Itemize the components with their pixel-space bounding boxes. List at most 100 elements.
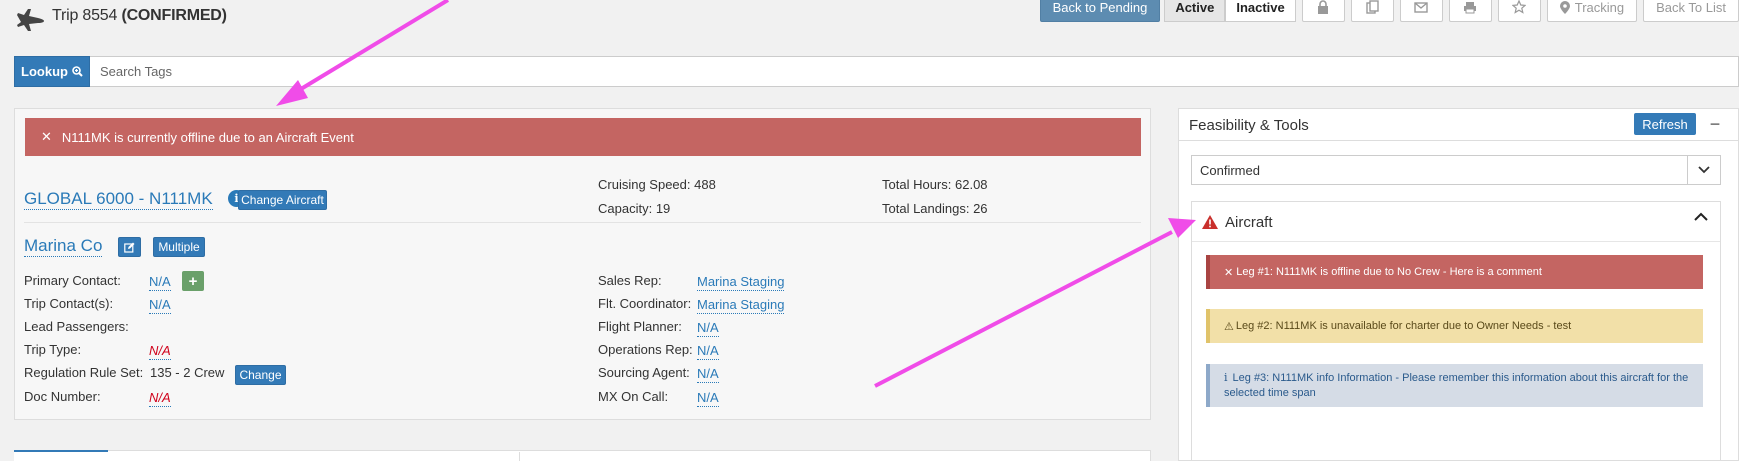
envelope-icon [1414, 1, 1428, 13]
divider [24, 222, 1141, 223]
total-landings-value: 26 [973, 201, 988, 216]
tracking-button[interactable]: Tracking [1546, 0, 1638, 22]
toolbar: Back to Pending Active Inactive Tracking… [1034, 0, 1739, 24]
trip-type-label: Trip Type: [24, 342, 82, 357]
add-contact-button[interactable]: + [182, 271, 204, 291]
search-tags-input[interactable] [90, 56, 1739, 87]
feasibility-title: Feasibility & Tools [1189, 117, 1309, 134]
info-icon: i [1224, 371, 1228, 384]
back-to-list-button[interactable]: Back To List [1643, 0, 1739, 22]
chevron-down-icon [1687, 156, 1720, 184]
regulation-rule-set-value: 135 - 2 Crew [150, 365, 225, 380]
lock-button[interactable] [1301, 0, 1345, 22]
lead-passengers-label: Lead Passengers: [24, 319, 129, 334]
leg-alert-danger: ✕ Leg #1: N111MK is offline due to No Cr… [1206, 255, 1703, 289]
airplane-icon [17, 9, 44, 31]
edit-client-button[interactable] [118, 237, 141, 257]
tag-lookup: Lookup [14, 56, 1739, 87]
alert-text: N111MK is currently offline due to an Ai… [61, 129, 354, 145]
favorite-button[interactable] [1497, 0, 1541, 22]
minimize-icon[interactable]: − [1708, 114, 1722, 134]
star-icon [1512, 0, 1527, 14]
trip-contacts-value[interactable]: N/A [149, 297, 171, 314]
total-landings: Total Landings: 26 [882, 201, 988, 216]
leg-alert-info: i Leg #3: N111MK info Information - Pleas… [1206, 364, 1703, 407]
tab-active[interactable] [14, 450, 108, 461]
lookup-label: Lookup [21, 64, 68, 79]
status-select[interactable]: Confirmed [1191, 155, 1721, 185]
page-title: Trip 8554 (CONFIRMED) [52, 7, 227, 25]
print-button[interactable] [1448, 0, 1492, 22]
trip-contacts-label: Trip Contact(s): [24, 296, 114, 311]
warning-icon: ⚠ [1224, 320, 1234, 333]
refresh-button[interactable]: Refresh [1634, 113, 1696, 135]
aircraft-link[interactable]: GLOBAL 6000 - N111MK [24, 189, 213, 210]
close-icon[interactable]: ✕ [41, 129, 52, 145]
trip-details-panel: ✕ N111MK is currently offline due to an … [14, 108, 1151, 420]
total-hours: Total Hours: 62.08 [882, 177, 988, 192]
chevron-up-icon[interactable] [1694, 212, 1708, 221]
mx-on-call-value[interactable]: N/A [697, 390, 719, 407]
page-header: Trip 8554 (CONFIRMED) Back to Pending Ac… [0, 0, 1739, 40]
leg-1-text: Leg #1: N111MK is offline due to No Crew… [1236, 266, 1542, 278]
regulation-rule-set-label: Regulation Rule Set: [24, 365, 144, 380]
aircraft-section-title: Aircraft [1225, 214, 1273, 231]
flt-coordinator-value[interactable]: Marina Staging [697, 297, 785, 314]
sourcing-agent-value[interactable]: N/A [697, 366, 719, 383]
email-button[interactable] [1399, 0, 1443, 22]
doc-number-value[interactable]: N/A [149, 390, 171, 407]
tab-strip [14, 450, 1151, 461]
lock-icon [1318, 0, 1329, 14]
operations-rep-value[interactable]: N/A [697, 343, 719, 360]
change-aircraft-button[interactable]: Change Aircraft [238, 190, 327, 210]
aircraft-section-header[interactable]: Aircraft [1192, 202, 1720, 242]
tracking-label: Tracking [1574, 0, 1625, 15]
feasibility-panel: Feasibility & Tools Refresh − Confirmed … [1178, 108, 1739, 461]
capacity: Capacity: 19 [598, 201, 670, 216]
cruising-speed-value: 488 [694, 177, 716, 192]
status-select-value: Confirmed [1200, 162, 1260, 178]
back-to-pending-button[interactable]: Back to Pending [1039, 0, 1161, 22]
edit-icon [124, 242, 135, 253]
copy-icon [1366, 0, 1379, 14]
change-rule-set-button[interactable]: Change [235, 365, 286, 385]
leg-alert-warning: ⚠ Leg #2: N111MK is unavailable for char… [1206, 309, 1703, 343]
inactive-button[interactable]: Inactive [1225, 0, 1296, 22]
leg-2-text: Leg #2: N111MK is unavailable for charte… [1235, 320, 1572, 332]
total-hours-value: 62.08 [955, 177, 988, 192]
cruising-speed: Cruising Speed: 488 [598, 177, 716, 192]
mx-on-call-label: MX On Call: [598, 389, 669, 404]
sourcing-agent-label: Sourcing Agent: [598, 365, 690, 380]
multiple-button[interactable]: Multiple [153, 237, 205, 257]
sales-rep-value[interactable]: Marina Staging [697, 274, 785, 291]
primary-contact-value[interactable]: N/A [149, 274, 171, 291]
printer-icon [1464, 1, 1477, 13]
flt-coordinator-label: Flt. Coordinator: [598, 296, 692, 311]
cruising-speed-label: Cruising Speed: [598, 177, 691, 192]
sales-rep-label: Sales Rep: [598, 273, 662, 288]
client-link[interactable]: Marina Co [24, 236, 103, 257]
capacity-value: 19 [655, 201, 671, 216]
aircraft-offline-alert: ✕ N111MK is currently offline due to an … [25, 118, 1141, 156]
active-toggle-group: Active Inactive [1164, 0, 1296, 24]
doc-number-label: Doc Number: [24, 389, 101, 404]
trip-number: Trip 8554 [52, 7, 118, 24]
copy-button[interactable] [1350, 0, 1394, 22]
tab-divider [519, 452, 520, 461]
warning-icon [1202, 215, 1218, 229]
total-landings-label: Total Landings: [882, 201, 970, 216]
trip-type-value[interactable]: N/A [149, 343, 171, 360]
capacity-label: Capacity: [598, 201, 653, 216]
operations-rep-label: Operations Rep: [598, 342, 693, 357]
leg-3-content: i Leg #3: N111MK info Information - Pleas… [1224, 370, 1695, 401]
search-plus-icon [72, 66, 83, 77]
close-icon: ✕ [1224, 266, 1234, 279]
lookup-button[interactable]: Lookup [14, 56, 90, 87]
primary-contact-label: Primary Contact: [24, 273, 121, 288]
leg-3-text: Leg #3: N111MK info Information - Please… [1224, 372, 1689, 399]
active-button[interactable]: Active [1164, 0, 1226, 22]
flight-planner-value[interactable]: N/A [697, 320, 719, 337]
total-hours-label: Total Hours: [882, 177, 952, 192]
trip-status: (CONFIRMED) [121, 7, 227, 24]
flight-planner-label: Flight Planner: [598, 319, 682, 334]
